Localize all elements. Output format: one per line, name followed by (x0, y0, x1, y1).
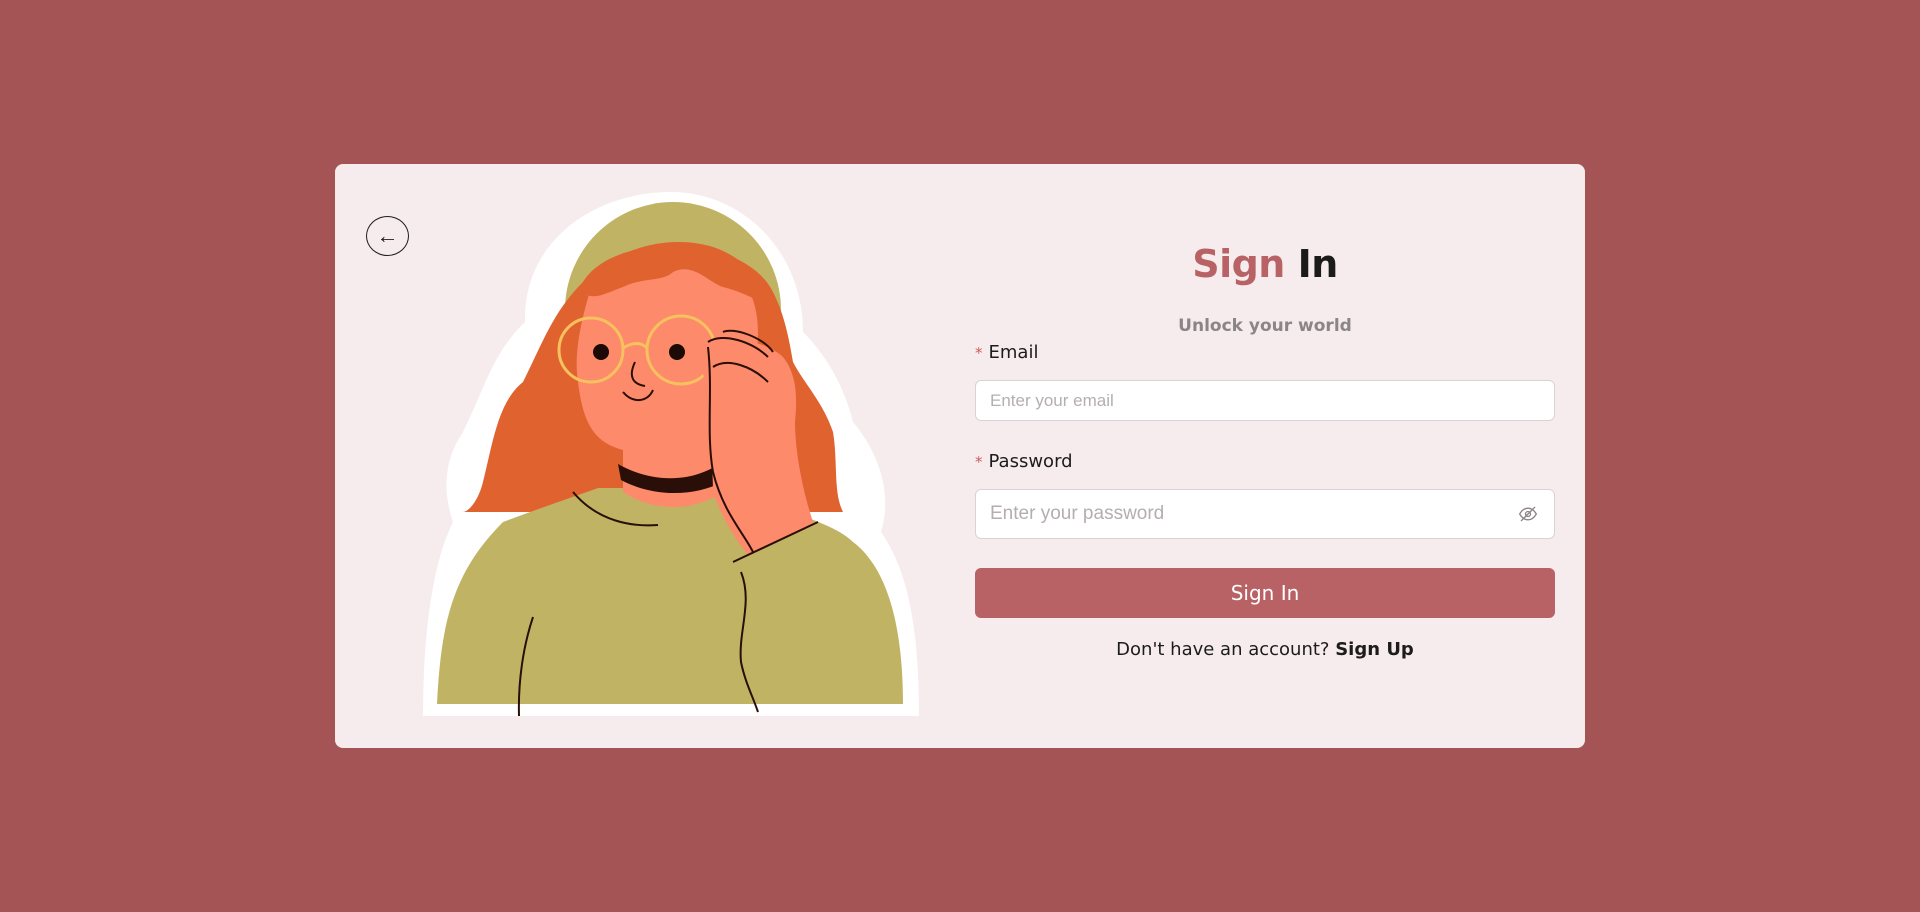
password-label: * Password (975, 451, 1073, 472)
password-field[interactable] (975, 489, 1555, 539)
page-title: Sign In (975, 242, 1555, 286)
email-label-text: Email (988, 342, 1039, 363)
required-mark: * (975, 452, 983, 471)
signup-prompt-text: Don't have an account? (1116, 639, 1330, 660)
required-mark: * (975, 343, 983, 362)
password-label-text: Password (988, 451, 1073, 472)
title-word-sign: Sign (1192, 242, 1285, 286)
subtitle: Unlock your world (1178, 316, 1352, 336)
arrow-left-icon: ← (376, 223, 399, 248)
sign-in-button[interactable]: Sign In (975, 568, 1555, 618)
woman-illustration (423, 192, 919, 716)
sign-up-link[interactable]: Sign Up (1335, 639, 1414, 660)
back-button[interactable]: ← (366, 216, 409, 256)
email-field[interactable] (975, 380, 1555, 421)
email-label: * Email (975, 342, 1038, 363)
signin-card: ← Sign In Unlock your world * Email Ente… (335, 164, 1585, 748)
signup-prompt: Don't have an account? Sign Up (975, 639, 1555, 660)
title-word-in: In (1297, 242, 1339, 286)
eye-off-icon[interactable] (1517, 503, 1539, 525)
